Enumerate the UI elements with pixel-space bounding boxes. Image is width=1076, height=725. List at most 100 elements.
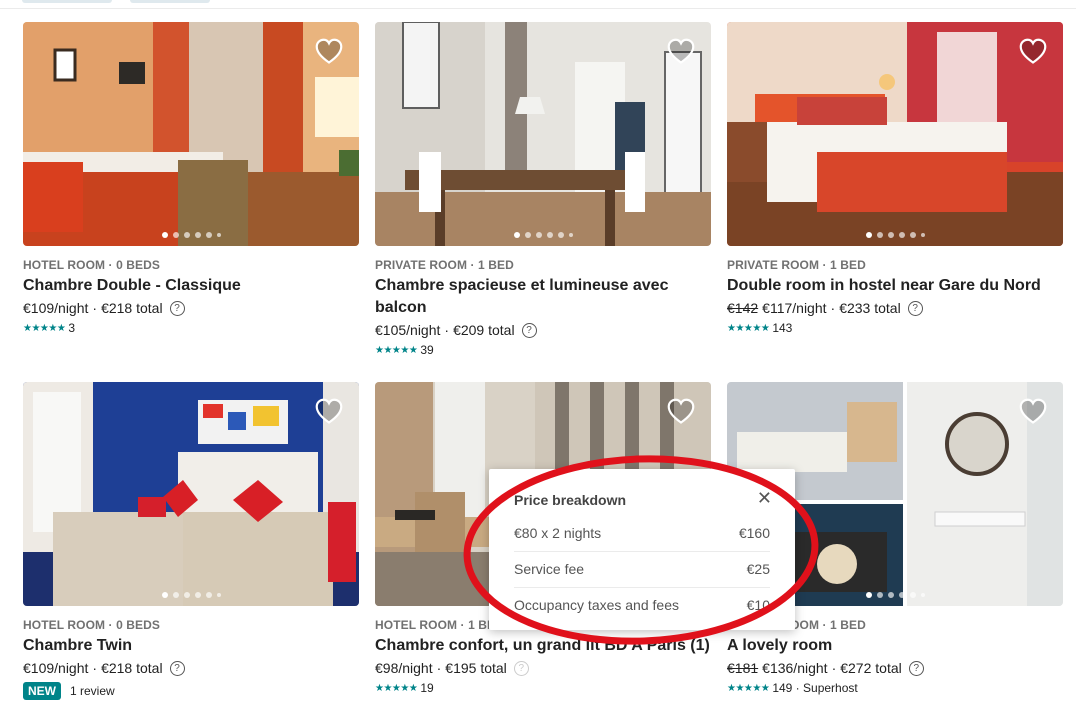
total-price: €218 total (101, 660, 163, 676)
listing-photo[interactable] (23, 382, 359, 606)
carousel-dot[interactable] (524, 232, 531, 238)
close-icon[interactable]: ✕ (757, 489, 772, 507)
heart-icon[interactable] (1019, 398, 1047, 426)
total-price: €218 total (101, 300, 163, 316)
nightly-price: €105/night (375, 322, 441, 338)
carousel-dot[interactable] (887, 592, 894, 598)
listing-price: €109/night · €218 total ? (23, 298, 359, 318)
new-badge: NEW (23, 682, 61, 700)
total-price: €195 total (445, 660, 507, 676)
listing-title[interactable]: Chambre spacieuse et lumineuse avec balc… (375, 275, 711, 319)
carousel-dot[interactable] (920, 593, 925, 597)
price-row-value: €10 (746, 597, 770, 613)
separator: · (436, 660, 442, 676)
listing-kind: PRIVATE ROOM · 1 BED (727, 258, 866, 272)
star-icon: ★★★★★ (727, 682, 770, 694)
question-circle-icon[interactable]: ? (907, 300, 923, 316)
carousel-dot[interactable] (876, 592, 883, 598)
total-price: €272 total (840, 660, 902, 676)
carousel-dot[interactable] (172, 232, 179, 238)
carousel-dot[interactable] (876, 232, 883, 238)
carousel-dot[interactable] (898, 232, 905, 238)
carousel-dot[interactable] (513, 232, 520, 238)
carousel-dot[interactable] (920, 233, 925, 237)
listing-card[interactable]: PRIVATE ROOM · 1 BED Chambre spacieuse e… (375, 22, 711, 357)
listing-card[interactable]: PRIVATE ROOM · 1 BED Double room in host… (727, 22, 1063, 335)
carousel-dot[interactable] (205, 592, 212, 598)
carousel-dot[interactable] (909, 592, 916, 598)
filter-pill[interactable] (22, 0, 112, 3)
heart-icon[interactable] (667, 398, 695, 426)
carousel-dot[interactable] (865, 592, 872, 598)
price-row-label: Service fee (514, 561, 585, 577)
listing-kind: PRIVATE ROOM · 1 BED (375, 258, 514, 272)
listing-price: €105/night · €209 total ? (375, 320, 711, 340)
carousel-dot[interactable] (535, 232, 542, 238)
star-icon: ★★★★★ (727, 322, 770, 334)
original-price: €181 (727, 660, 759, 676)
listing-price: €98/night · €195 total ? (375, 658, 711, 678)
listing-price: €181 €136/night · €272 total ? (727, 658, 1063, 678)
question-circle-icon[interactable]: ? (169, 660, 185, 676)
nightly-price: €109/night (23, 300, 89, 316)
listing-photo[interactable] (23, 22, 359, 246)
carousel-dots (375, 232, 711, 238)
listing-title[interactable]: Double room in hostel near Gare du Nord (727, 275, 1063, 297)
carousel-dot[interactable] (557, 232, 564, 238)
carousel-dot[interactable] (216, 233, 221, 237)
carousel-dot[interactable] (161, 232, 168, 238)
price-row-value: €25 (746, 561, 770, 577)
listing-photo[interactable] (727, 22, 1063, 246)
nightly-price: €109/night (23, 660, 89, 676)
price-row: Service fee €25 (514, 552, 770, 588)
question-circle-icon[interactable]: ? (513, 660, 529, 676)
price-row-label: €80 x 2 nights (514, 525, 602, 541)
separator: · (830, 300, 836, 316)
carousel-dot[interactable] (205, 232, 212, 238)
star-icon: ★★★★★ (23, 322, 66, 334)
listing-title[interactable]: Chambre Twin (23, 635, 359, 657)
rating-count: 3 (68, 321, 76, 335)
rating-count: 39 (420, 343, 434, 357)
listing-rating: ★★★★★ 39 (375, 343, 711, 357)
carousel-dot[interactable] (194, 232, 201, 238)
separator: · (444, 322, 450, 338)
listing-card[interactable]: HOTEL ROOM · 0 BEDS Chambre Twin €109/ni… (23, 382, 359, 700)
carousel-dot[interactable] (546, 232, 553, 238)
nightly-price: €98/night (375, 660, 433, 676)
carousel-dot[interactable] (898, 592, 905, 598)
star-icon: ★★★★★ (375, 344, 418, 356)
carousel-dot[interactable] (887, 232, 894, 238)
carousel-dot[interactable] (161, 592, 168, 598)
carousel-dot[interactable] (194, 592, 201, 598)
listing-kind: HOTEL ROOM · 0 BEDS (23, 618, 161, 632)
price-row-value: €160 (738, 525, 770, 541)
header-divider (0, 8, 1076, 9)
listing-photo[interactable] (375, 22, 711, 246)
rating-count: 19 (420, 681, 434, 695)
question-circle-icon[interactable]: ? (908, 660, 924, 676)
listing-title[interactable]: Chambre Double - Classique (23, 275, 359, 297)
listing-title[interactable]: A lovely room (727, 635, 1063, 657)
heart-icon[interactable] (1019, 38, 1047, 66)
listing-kind: HOTEL ROOM · 0 BEDS (23, 258, 161, 272)
carousel-dot[interactable] (865, 232, 872, 238)
listing-rating: ★★★★★ 149 · Superhost (727, 681, 1063, 695)
carousel-dot[interactable] (183, 592, 190, 598)
carousel-dot[interactable] (568, 233, 573, 237)
carousel-dot[interactable] (216, 593, 221, 597)
room-photo (23, 382, 359, 606)
heart-icon[interactable] (315, 398, 343, 426)
question-circle-icon[interactable]: ? (169, 300, 185, 316)
nightly-price: €136/night (762, 660, 828, 676)
filter-pill[interactable] (130, 0, 210, 3)
listing-title[interactable]: Chambre confort, un grand lit BD A Paris… (375, 635, 711, 657)
heart-icon[interactable] (667, 38, 695, 66)
heart-icon[interactable] (315, 38, 343, 66)
carousel-dot[interactable] (172, 592, 179, 598)
listing-card[interactable]: HOTEL ROOM · 0 BEDS Chambre Double - Cla… (23, 22, 359, 335)
total-price: €209 total (453, 322, 515, 338)
carousel-dot[interactable] (183, 232, 190, 238)
question-circle-icon[interactable]: ? (521, 322, 537, 338)
carousel-dot[interactable] (909, 232, 916, 238)
